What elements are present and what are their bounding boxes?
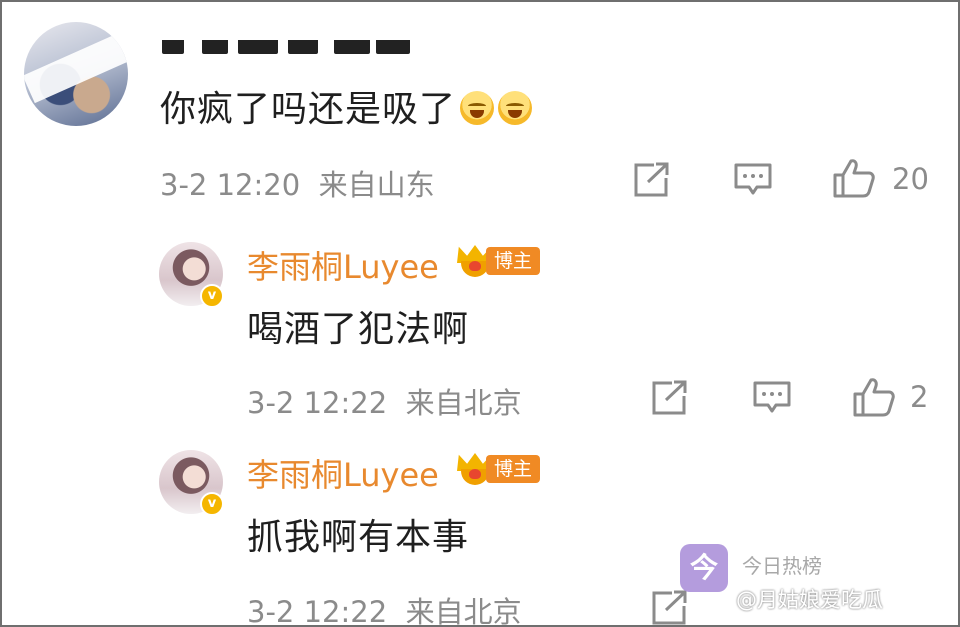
cry-laugh-emoji <box>460 91 495 125</box>
share-icon[interactable] <box>650 380 688 416</box>
reply-username[interactable]: 李雨桐Luyee <box>247 450 439 496</box>
reply-time: 3-2 12:22 <box>247 386 388 420</box>
thumbs-up-icon[interactable] <box>832 157 876 199</box>
comment-time: 3-2 12:20 <box>160 168 301 202</box>
reply-text: 抓我啊有本事 <box>247 517 470 558</box>
verified-badge-icon: v <box>200 492 224 516</box>
like-count: 20 <box>892 162 929 196</box>
reply-time: 3-2 12:22 <box>247 595 388 627</box>
reply-location: 来自北京 <box>405 386 522 420</box>
reply-text: 喝酒了犯法啊 <box>247 309 470 350</box>
comment-meta: 3-2 12:20 来自山东 <box>160 162 435 204</box>
verified-badge-icon: v <box>200 284 224 308</box>
comment-location: 来自山东 <box>318 168 435 202</box>
reply-meta: 3-2 12:22 来自北京 <box>247 380 522 422</box>
censored-username <box>162 26 412 56</box>
app-logo-icon: 今 <box>680 544 728 592</box>
comment-icon[interactable] <box>752 380 792 416</box>
like-count: 2 <box>910 380 929 414</box>
comment-icon[interactable] <box>733 162 773 198</box>
commenter-avatar[interactable] <box>24 22 128 126</box>
reply-location: 来自北京 <box>405 595 522 627</box>
reply-username[interactable]: 李雨桐Luyee <box>247 242 439 288</box>
watermark-title: 今日热榜 <box>742 554 822 578</box>
comment-text: 你疯了吗还是吸了 <box>160 80 533 132</box>
cry-laugh-emoji <box>498 91 533 125</box>
watermark-credit: @月姑娘爱吃瓜 <box>736 588 883 612</box>
share-icon[interactable] <box>632 162 670 198</box>
watermark: 今 今日热榜 @月姑娘爱吃瓜 <box>674 542 958 625</box>
blogger-badge: 博主 <box>486 455 541 483</box>
thumbs-up-icon[interactable] <box>852 376 896 418</box>
reply-meta: 3-2 12:22 来自北京 <box>247 589 522 627</box>
blogger-badge: 博主 <box>486 247 541 275</box>
screenshot-frame: 你疯了吗还是吸了 3-2 12:20 来自山东 20 v 李雨桐Luyee 博主… <box>0 0 960 627</box>
